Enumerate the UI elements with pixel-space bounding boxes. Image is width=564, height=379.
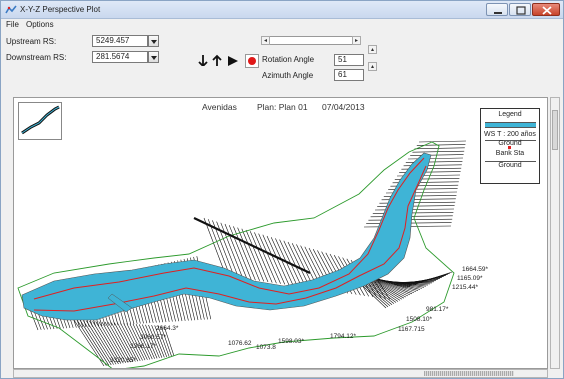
station-label: 1598.03* (278, 338, 305, 345)
azimuth-angle-label: Azimuth Angle (262, 71, 314, 80)
station-label: 1165.09* (457, 275, 483, 282)
station-label: 3320.85* (110, 357, 137, 364)
station-label: 981.17* (426, 306, 449, 313)
menu-file[interactable]: File (6, 20, 19, 29)
close-icon (542, 6, 552, 15)
legend-bank-marker (508, 146, 511, 149)
rotation-angle-label: Rotation Angle (262, 55, 315, 64)
app-icon (5, 5, 17, 14)
minimize-icon (494, 12, 502, 14)
downstream-rs-select[interactable]: 281.5674 (92, 51, 148, 63)
minimap-river-icon (21, 105, 60, 135)
station-label: 1215.44* (452, 284, 479, 291)
station-label: 3366.17* (130, 343, 157, 350)
maximize-icon (516, 6, 526, 15)
horizontal-scroll-thumb[interactable] (424, 371, 514, 376)
river-name: Avenidas (202, 102, 237, 112)
step-down-arrow-icon[interactable] (197, 54, 209, 66)
station-label: 1167.715 (398, 326, 425, 333)
rotation-scroll-right-icon[interactable]: ▸ (352, 36, 361, 45)
legend-ws-swatch (485, 122, 536, 128)
upstream-dropdown-arrow-icon[interactable] (148, 35, 159, 47)
legend-title: Legend (498, 111, 522, 118)
play-icon[interactable] (226, 54, 238, 66)
station-label: 1664.59* (462, 266, 489, 273)
close-button[interactable] (532, 3, 560, 16)
azimuth-angle-input[interactable]: 61 (334, 69, 364, 81)
rotation-scrollbar[interactable] (261, 36, 361, 45)
legend-ws-label: WS T : 200 años (484, 131, 536, 138)
downstream-dropdown-arrow-icon[interactable] (148, 51, 159, 63)
plot-horizontal-scrollbar[interactable] (13, 369, 548, 378)
window-title: X-Y-Z Perspective Plot (20, 5, 101, 14)
downstream-rs-label: Downstream RS: (6, 53, 67, 62)
plot-date: 07/04/2013 (322, 102, 365, 112)
record-button[interactable] (245, 54, 259, 68)
station-label: 1073.8 (256, 344, 276, 351)
maximize-button[interactable] (509, 3, 531, 16)
station-label: 1508.10* (406, 316, 433, 323)
location-minimap[interactable] (18, 102, 62, 140)
upstream-rs-label: Upstream RS: (6, 37, 57, 46)
station-label: 3080.57* (140, 334, 167, 341)
plot-vertical-scrollbar[interactable] (550, 97, 560, 369)
vertical-scroll-thumb[interactable] (552, 110, 558, 150)
minimize-button[interactable] (486, 3, 508, 16)
title-bar: X-Y-Z Perspective Plot (1, 1, 563, 19)
xyz-perspective-window: X-Y-Z Perspective Plot File Options Upst… (0, 0, 564, 379)
upstream-rs-select[interactable]: 5249.457 (92, 35, 148, 47)
station-label: 2664.3* (156, 325, 179, 332)
station-label: 1076.62 (228, 340, 252, 347)
station-label: 1794.12* (330, 333, 357, 340)
terrain-surface (17, 140, 467, 368)
rotation-spin-up-icon[interactable]: ▴ (368, 45, 377, 54)
perspective-plot-area[interactable]: Avenidas Plan: Plan 01 07/04/2013 Legend… (13, 97, 548, 369)
menu-options[interactable]: Options (26, 20, 54, 29)
rotation-angle-input[interactable]: 51 (334, 54, 364, 66)
legend-ground-label-2: Ground (498, 162, 522, 169)
step-up-arrow-icon[interactable] (211, 54, 223, 66)
plan-name: Plan: Plan 01 (257, 102, 308, 112)
legend-bank-label: Bank Sta (495, 150, 525, 157)
legend-box: Legend WS T : 200 años Ground Bank Sta G… (480, 108, 540, 184)
azimuth-spin-up-icon[interactable]: ▴ (368, 62, 377, 71)
menu-bar: File Options (1, 19, 563, 31)
rotation-scroll-left-icon[interactable]: ◂ (261, 36, 270, 45)
